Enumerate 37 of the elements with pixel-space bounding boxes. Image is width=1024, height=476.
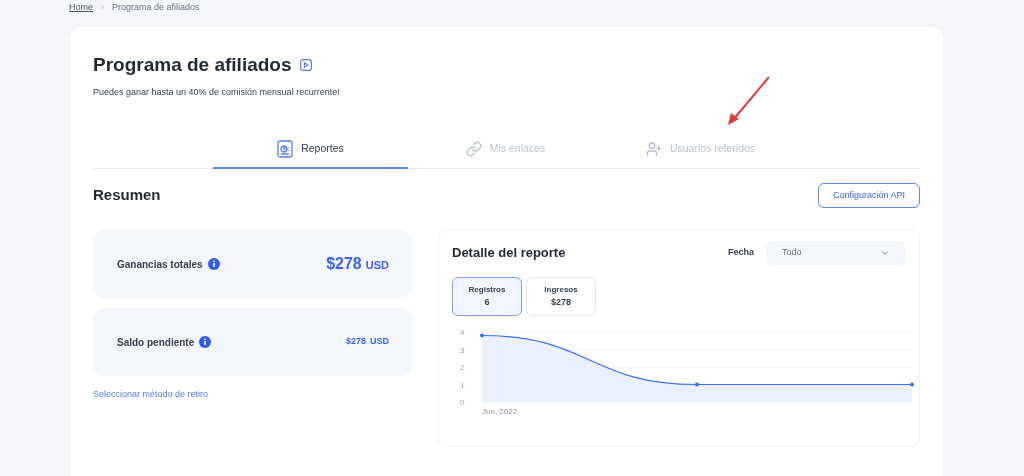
- summary-label: Ganancias totales: [117, 257, 203, 272]
- y-axis-label: 0: [460, 398, 465, 407]
- breadcrumb-current: Programa de afiliados: [112, 1, 200, 15]
- currency-label: USD: [365, 258, 389, 273]
- y-axis-label: 1: [460, 380, 465, 390]
- home-link[interactable]: Home: [69, 1, 93, 15]
- y-axis-label: 4: [460, 328, 465, 337]
- metric-tab[interactable]: Ingresos $278: [526, 277, 596, 316]
- data-point: [695, 382, 699, 387]
- data-point: [480, 333, 484, 338]
- summary-amount: $278: [326, 254, 362, 274]
- currency-label: USD: [370, 335, 389, 349]
- summary-amount: $278: [345, 335, 366, 349]
- report-icon: [277, 140, 294, 158]
- date-label: Fecha: [728, 246, 754, 260]
- y-axis-label: 2: [460, 363, 465, 372]
- info-icon: [207, 258, 220, 270]
- summary-label: Saldo pendiente: [117, 335, 195, 350]
- x-axis-label: Jun, 2022: [482, 407, 518, 416]
- user-icon: [645, 141, 662, 157]
- section-title: Resumen: [93, 185, 161, 206]
- chevron-down-icon: [880, 248, 890, 258]
- y-axis-label: 3: [460, 345, 465, 355]
- data-point: [910, 382, 914, 387]
- breadcrumb-separator: ›: [101, 1, 104, 15]
- info-icon: [199, 336, 212, 348]
- link-icon: [465, 141, 482, 157]
- api-config-button[interactable]: Configuración API: [817, 183, 920, 208]
- panel-title: Detalle del reporte: [452, 244, 566, 263]
- tab[interactable]: Reportes: [213, 131, 408, 169]
- subtitle: Puedes ganar hasta un 40% de comisión mensual recurrente!: [93, 85, 341, 99]
- metric-tab[interactable]: Registros 6: [452, 277, 522, 316]
- withdraw-link[interactable]: Seleccionar método de retiro: [93, 388, 413, 402]
- page-title: Programa de afiliados: [93, 53, 292, 77]
- date-dropdown[interactable]: Todo: [766, 241, 906, 265]
- arrow-annotation: [727, 76, 771, 126]
- video-icon[interactable]: [299, 59, 312, 72]
